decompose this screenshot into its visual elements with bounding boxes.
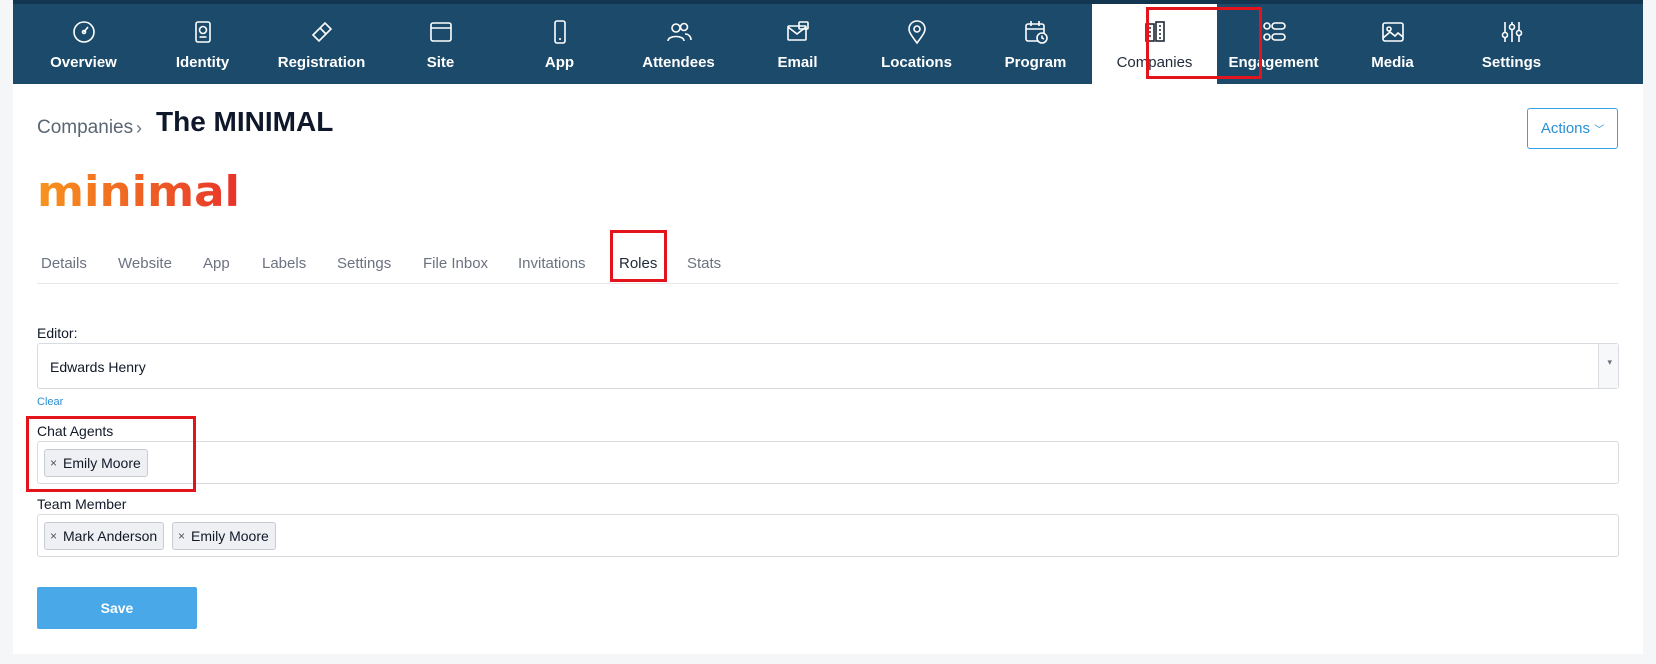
nav-identity[interactable]: Identity (140, 4, 265, 84)
nav-email-label: Email (777, 54, 818, 71)
team-member-input[interactable]: × Mark Anderson × Emily Moore (37, 514, 1619, 557)
nav-site[interactable]: Site (378, 4, 503, 84)
roles-tab-highlight-box (610, 230, 667, 282)
breadcrumb-separator: › (136, 118, 142, 138)
tab-file-inbox[interactable]: File Inbox (423, 255, 488, 272)
users-icon (666, 22, 692, 42)
page-title: The MINIMAL (156, 106, 334, 137)
editor-value: Edwards Henry (50, 359, 146, 375)
passport-icon (194, 21, 211, 43)
nav-program-label: Program (1004, 54, 1067, 71)
nav-registration[interactable]: Registration (259, 4, 384, 84)
nav-identity-label: Identity (175, 54, 230, 71)
nav-attendees[interactable]: Attendees (616, 4, 741, 84)
browser-icon (429, 22, 452, 42)
nav-overview[interactable]: Overview (21, 4, 146, 84)
clear-link[interactable]: Clear (37, 396, 63, 408)
editor-select-toggle[interactable]: ▾ (1598, 344, 1618, 388)
tab-invitations[interactable]: Invitations (518, 255, 586, 272)
nav-settings-label: Settings (1481, 54, 1542, 71)
nav-settings[interactable]: Settings (1449, 4, 1574, 84)
actions-button[interactable]: Actions ﹀ (1527, 108, 1618, 149)
logo-text: minimal (37, 174, 240, 212)
team-member-tag: × Mark Anderson (44, 522, 165, 550)
nav-overview-label: Overview (50, 54, 117, 71)
nav-registration-label: Registration (277, 54, 366, 71)
editor-select[interactable]: Edwards Henry ▾ (37, 343, 1619, 389)
top-navigation: Overview Identity Registration Site App … (13, 0, 1643, 84)
tab-labels[interactable]: Labels (262, 255, 306, 272)
nav-media-label: Media (1371, 54, 1414, 71)
tab-bar: Details Website App Labels Settings File… (37, 252, 1618, 284)
gauge-icon (72, 21, 95, 43)
chat-agents-input[interactable]: × Emily Moore (37, 441, 1619, 484)
team-member-name: Emily Moore (191, 528, 269, 544)
actions-label: Actions (1540, 120, 1591, 137)
caret-down-icon: ▾ (1607, 357, 1612, 367)
nav-site-label: Site (426, 54, 455, 71)
nav-email[interactable]: Email (735, 4, 860, 84)
ticket-icon (311, 21, 332, 43)
tab-app[interactable]: App (203, 255, 230, 272)
remove-tag-icon[interactable]: × (50, 523, 57, 549)
nav-app-label: App (544, 54, 575, 71)
team-member-tag: × Emily Moore (172, 522, 276, 550)
calendar-clock-icon (1024, 21, 1048, 44)
nav-locations[interactable]: Locations (854, 4, 979, 84)
company-logo: minimal (37, 174, 240, 212)
nav-attendees-label: Attendees (642, 54, 715, 71)
companies-highlight-box (1146, 7, 1262, 79)
breadcrumb-companies[interactable]: Companies (37, 117, 133, 139)
image-icon (1381, 22, 1404, 42)
engagement-icon (1262, 22, 1286, 41)
editor-label: Editor: (37, 325, 78, 341)
nav-media[interactable]: Media (1330, 4, 1455, 84)
tab-details[interactable]: Details (41, 255, 87, 272)
team-member-label: Team Member (37, 496, 127, 512)
nav-program[interactable]: Program (973, 4, 1098, 84)
team-member-name: Mark Anderson (63, 528, 158, 544)
tab-website[interactable]: Website (118, 255, 172, 272)
nav-locations-label: Locations (881, 54, 952, 71)
email-icon (786, 21, 809, 41)
remove-tag-icon[interactable]: × (178, 523, 185, 549)
tab-stats[interactable]: Stats (687, 255, 721, 272)
tab-settings[interactable]: Settings (337, 255, 391, 272)
chat-agents-highlight-box (26, 416, 196, 492)
map-pin-icon (907, 20, 926, 45)
chevron-down-icon: ﹀ (1594, 125, 1605, 136)
sliders-icon (1501, 22, 1522, 42)
nav-app[interactable]: App (497, 4, 622, 84)
phone-icon (553, 20, 566, 44)
save-button[interactable]: Save (37, 587, 197, 629)
